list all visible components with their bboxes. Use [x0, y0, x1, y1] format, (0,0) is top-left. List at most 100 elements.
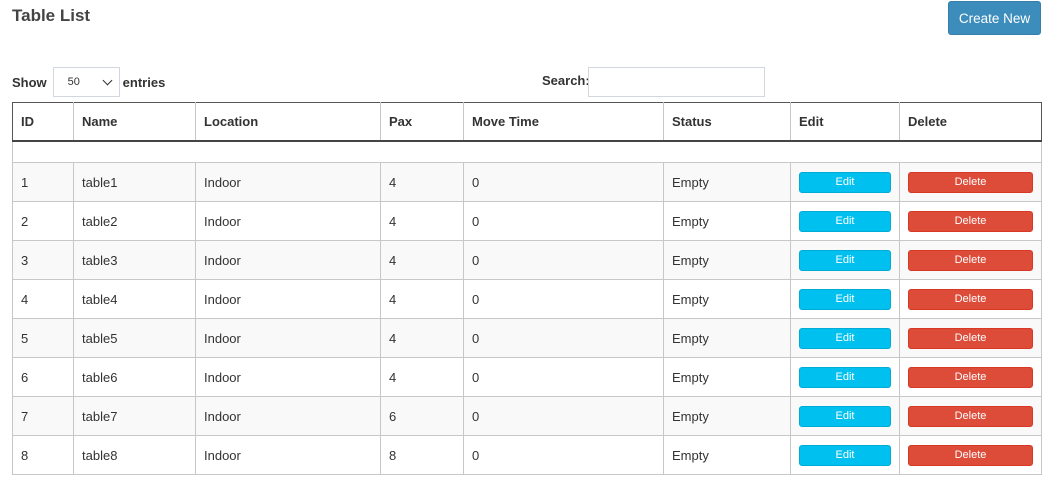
cell-status: Empty — [663, 162, 791, 202]
table-row: 7 table7 Indoor 6 0 Empty Edit Delete — [12, 396, 1042, 436]
cell-name: table8 — [73, 435, 196, 475]
delete-button[interactable]: Delete — [908, 405, 1033, 427]
column-header-edit: Edit — [790, 102, 900, 142]
cell-delete: Delete — [899, 396, 1042, 436]
entries-label: entries — [122, 74, 166, 90]
entries-length-control: Show 50 entries — [12, 67, 165, 97]
edit-button[interactable]: Edit — [799, 210, 891, 232]
cell-location: Indoor — [195, 240, 381, 280]
cell-location: Indoor — [195, 162, 381, 202]
delete-button[interactable]: Delete — [908, 327, 1033, 349]
cell-location: Indoor — [195, 318, 381, 358]
cell-id: 8 — [12, 435, 74, 475]
cell-id: 6 — [12, 357, 74, 397]
cell-status: Empty — [663, 279, 791, 319]
cell-move-time: 0 — [463, 279, 664, 319]
column-header-delete: Delete — [899, 102, 1042, 142]
cell-status: Empty — [663, 435, 791, 475]
delete-button[interactable]: Delete — [908, 288, 1033, 310]
chevron-down-icon — [102, 75, 113, 85]
column-header-id[interactable]: ID — [12, 102, 74, 142]
cell-edit: Edit — [790, 162, 900, 202]
cell-name: table5 — [73, 318, 196, 358]
edit-button[interactable]: Edit — [799, 327, 891, 349]
cell-name: table2 — [73, 201, 196, 241]
cell-pax: 4 — [380, 279, 464, 319]
cell-id: 7 — [12, 396, 74, 436]
column-header-pax[interactable]: Pax — [380, 102, 464, 142]
table-row: 4 table4 Indoor 4 0 Empty Edit Delete — [12, 279, 1042, 319]
table-row: 6 table6 Indoor 4 0 Empty Edit Delete — [12, 357, 1042, 397]
cell-edit: Edit — [790, 396, 900, 436]
cell-status: Empty — [663, 318, 791, 358]
cell-pax: 4 — [380, 357, 464, 397]
cell-edit: Edit — [790, 318, 900, 358]
delete-button[interactable]: Delete — [908, 249, 1033, 271]
create-new-button[interactable]: Create New — [948, 1, 1041, 35]
cell-delete: Delete — [899, 201, 1042, 241]
edit-button[interactable]: Edit — [799, 288, 891, 310]
delete-button[interactable]: Delete — [908, 171, 1033, 193]
cell-status: Empty — [663, 201, 791, 241]
edit-button[interactable]: Edit — [799, 405, 891, 427]
cell-edit: Edit — [790, 201, 900, 241]
cell-delete: Delete — [899, 279, 1042, 319]
column-header-status[interactable]: Status — [663, 102, 791, 142]
cell-id: 2 — [12, 201, 74, 241]
cell-delete: Delete — [899, 318, 1042, 358]
cell-move-time: 0 — [463, 240, 664, 280]
cell-location: Indoor — [195, 279, 381, 319]
cell-location: Indoor — [195, 357, 381, 397]
cell-location: Indoor — [195, 396, 381, 436]
cell-move-time: 0 — [463, 162, 664, 202]
cell-move-time: 0 — [463, 201, 664, 241]
cell-pax: 6 — [380, 396, 464, 436]
edit-button[interactable]: Edit — [799, 171, 891, 193]
page: Table List Create New Show 50 entries Se… — [0, 0, 1047, 481]
search-input[interactable] — [588, 67, 765, 97]
cell-edit: Edit — [790, 279, 900, 319]
cell-move-time: 0 — [463, 396, 664, 436]
column-header-move-time[interactable]: Move Time — [463, 102, 664, 142]
table-header-row: ID Name Location Pax Move Time Status Ed… — [12, 102, 1042, 142]
cell-delete: Delete — [899, 435, 1042, 475]
cell-pax: 4 — [380, 162, 464, 202]
cell-edit: Edit — [790, 435, 900, 475]
cell-move-time: 0 — [463, 357, 664, 397]
cell-pax: 4 — [380, 318, 464, 358]
table-spacer-row — [12, 140, 1042, 163]
cell-delete: Delete — [899, 357, 1042, 397]
table-body: 1 table1 Indoor 4 0 Empty Edit Delete 2 table2 Ind… — [12, 140, 1042, 475]
delete-button[interactable]: Delete — [908, 210, 1033, 232]
search-label: Search: — [542, 73, 590, 88]
cell-edit: Edit — [790, 357, 900, 397]
cell-edit: Edit — [790, 240, 900, 280]
delete-button[interactable]: Delete — [908, 444, 1033, 466]
cell-delete: Delete — [899, 240, 1042, 280]
cell-name: table1 — [73, 162, 196, 202]
cell-id: 3 — [12, 240, 74, 280]
edit-button[interactable]: Edit — [799, 366, 891, 388]
cell-pax: 8 — [380, 435, 464, 475]
cell-status: Empty — [663, 357, 791, 397]
table-row: 8 table8 Indoor 8 0 Empty Edit Delete — [12, 435, 1042, 475]
cell-name: table4 — [73, 279, 196, 319]
cell-move-time: 0 — [463, 435, 664, 475]
edit-button[interactable]: Edit — [799, 249, 891, 271]
table-row: 3 table3 Indoor 4 0 Empty Edit Delete — [12, 240, 1042, 280]
entries-select[interactable]: 50 — [52, 67, 120, 97]
entries-select-value: 50 — [67, 76, 80, 88]
cell-pax: 4 — [380, 201, 464, 241]
cell-pax: 4 — [380, 240, 464, 280]
cell-name: table6 — [73, 357, 196, 397]
cell-status: Empty — [663, 396, 791, 436]
show-label: Show — [12, 74, 47, 90]
delete-button[interactable]: Delete — [908, 366, 1033, 388]
edit-button[interactable]: Edit — [799, 444, 891, 466]
column-header-name[interactable]: Name — [73, 102, 196, 142]
cell-location: Indoor — [195, 201, 381, 241]
cell-delete: Delete — [899, 162, 1042, 202]
cell-name: table3 — [73, 240, 196, 280]
column-header-location[interactable]: Location — [195, 102, 381, 142]
cell-id: 1 — [12, 162, 74, 202]
